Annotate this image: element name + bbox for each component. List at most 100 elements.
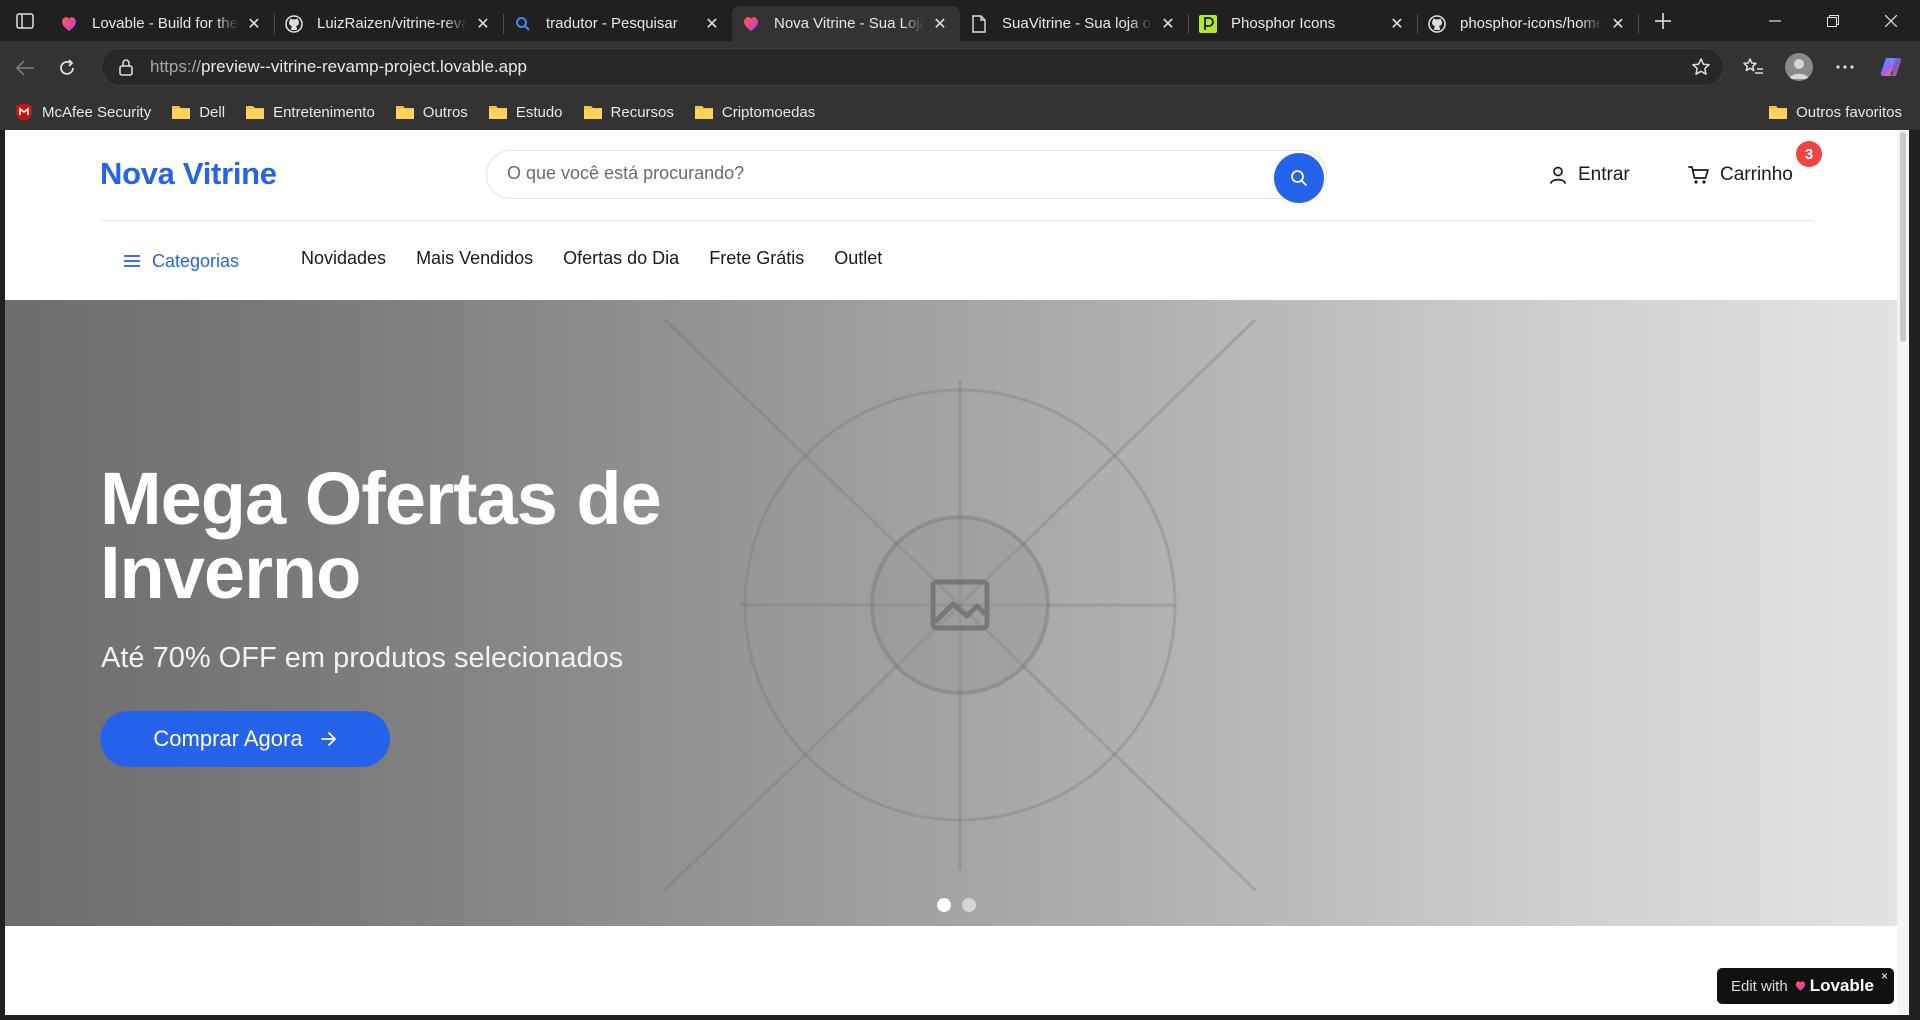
browser-tab[interactable]: tradutor - Pesquisar ✕ [504,6,732,41]
tab-close-icon[interactable]: ✕ [1608,14,1628,34]
cart-button[interactable]: Carrinho [1688,164,1793,186]
bookmark-label: Criptomoedas [721,103,816,121]
bookmark-label: Dell [199,103,226,121]
tab-separator [1638,13,1639,34]
tab-close-icon[interactable]: ✕ [473,14,493,34]
reload-button[interactable] [47,48,87,88]
folder-icon [171,104,191,120]
restore-icon [1827,14,1839,27]
bookmark-folder-dell[interactable]: Dell [171,104,225,121]
tab-close-icon[interactable]: ✕ [930,14,950,34]
document-icon [970,14,988,33]
tab-close-icon[interactable]: ✕ [244,14,264,34]
folder-icon [694,104,714,120]
close-icon [1885,14,1897,27]
main-nav: Novidades Mais Vendidos Ofertas do Dia F… [301,248,882,269]
edit-with-lovable-badge[interactable]: Edit with Lovable × [1717,968,1894,1004]
login-label: Entrar [1578,164,1630,185]
browser-tab-bar: Lovable - Build for the web ✕ LuizRaizen… [0,0,1920,41]
bookmark-folder-outros[interactable]: Outros [395,104,468,121]
nav-link-mais-vendidos[interactable]: Mais Vendidos [416,248,533,269]
lovable-brand-label: Lovable [1809,976,1874,995]
favorites-list-icon [1743,58,1763,74]
tab-actions-button[interactable] [0,0,50,41]
badge-prefix: Edit with [1731,977,1788,995]
more-options-button[interactable] [1824,47,1866,87]
browser-tab[interactable]: Lovable - Build for the web ✕ [50,6,274,41]
other-favorites-folder[interactable]: Outros favoritos [1768,94,1902,130]
reload-icon [60,58,74,75]
minimize-icon [1769,19,1781,22]
browser-tab[interactable]: LuizRaizen/vitrine-revamp ✕ [275,6,503,41]
folder-icon [488,104,508,120]
lovable-heart-icon [742,15,760,33]
arrow-left-icon [15,59,34,76]
lovable-heart-icon [1794,980,1807,992]
tab-close-icon[interactable]: ✕ [702,14,722,34]
tab-title: Phosphor Icons [1231,15,1336,32]
bookmark-label: McAfee Security [42,103,152,121]
bookmark-folder-criptomoedas[interactable]: Criptomoedas [694,104,815,121]
login-button[interactable]: Entrar [1548,164,1630,186]
back-button[interactable] [5,48,45,88]
tab-close-icon[interactable]: ✕ [1158,14,1178,34]
categories-menu-button[interactable]: Categorias [100,248,239,274]
favorite-star-icon[interactable] [1691,57,1711,82]
bookmark-folder-entretenimento[interactable]: Entretenimento [245,104,375,121]
arrow-right-icon [320,732,336,746]
bookmarks-bar: McAfee Security Dell Entretenimento Outr… [0,94,1920,130]
minimize-button[interactable] [1746,0,1804,41]
search-input[interactable] [507,163,1267,184]
bookmark-label: Recursos [610,103,674,121]
nav-link-ofertas-do-dia[interactable]: Ofertas do Dia [563,248,679,269]
nav-link-outlet[interactable]: Outlet [834,248,882,269]
browser-tab-active[interactable]: Nova Vitrine - Sua Loja Online ✕ [732,6,960,41]
bookmark-label: Outros [422,103,468,121]
copilot-button[interactable] [1870,47,1912,87]
carousel-dots [937,898,976,912]
tab-title: Lovable - Build for the web [92,15,238,32]
nav-link-novidades[interactable]: Novidades [301,248,386,269]
phosphor-icon [1199,14,1217,33]
browser-tab[interactable]: Phosphor Icons ✕ [1189,6,1417,41]
address-bar-row: https://preview--vitrine-revamp-project.… [0,41,1920,94]
hero-banner: Mega Ofertas de Inverno Até 70% OFF em p… [5,300,1909,926]
lovable-heart-icon [60,15,78,33]
other-favorites-label: Outros favoritos [1796,103,1902,121]
tab-close-icon[interactable]: ✕ [1387,14,1407,34]
tab-title: phosphor-icons/homepage [1460,15,1602,32]
search-bar [486,150,1327,203]
site-info-icon[interactable] [116,57,136,77]
carousel-dot-1[interactable] [937,898,951,912]
scrollbar-thumb[interactable] [1900,132,1906,342]
url-text: https://preview--vitrine-revamp-project.… [150,57,527,77]
shop-now-button[interactable]: Comprar Agora [100,711,390,767]
cart-count-badge: 3 [1796,141,1822,167]
shopping-cart-icon [1688,165,1710,185]
site-logo[interactable]: Nova Vitrine [100,156,277,192]
toolbar-right [1732,47,1912,87]
browser-tab[interactable]: SuaVitrine - Sua loja online ✕ [960,6,1188,41]
bookmark-folder-recursos[interactable]: Recursos [583,104,674,121]
search-icon [514,15,532,33]
page-scrollbar[interactable] [1897,130,1909,1015]
menu-icon [124,254,140,268]
badge-close-icon[interactable]: × [1881,969,1888,983]
new-tab-button[interactable] [1645,3,1681,39]
favorites-button[interactable] [1732,47,1774,87]
plus-icon [1655,12,1671,29]
window-controls [1746,0,1920,41]
hero-title: Mega Ofertas de Inverno [100,457,662,614]
browser-tab[interactable]: phosphor-icons/homepage ✕ [1418,6,1638,41]
url-field[interactable]: https://preview--vitrine-revamp-project.… [101,48,1724,86]
carousel-dot-2[interactable] [962,898,976,912]
lovable-brand: Lovable [1794,976,1874,996]
search-button[interactable] [1274,153,1324,203]
restore-button[interactable] [1804,0,1862,41]
folder-icon [583,104,603,120]
close-window-button[interactable] [1862,0,1920,41]
nav-link-frete-gratis[interactable]: Frete Grátis [709,248,804,269]
bookmark-folder-estudo[interactable]: Estudo [488,104,563,121]
profile-button[interactable] [1778,47,1820,87]
bookmark-mcafee[interactable]: McAfee Security [14,102,151,122]
